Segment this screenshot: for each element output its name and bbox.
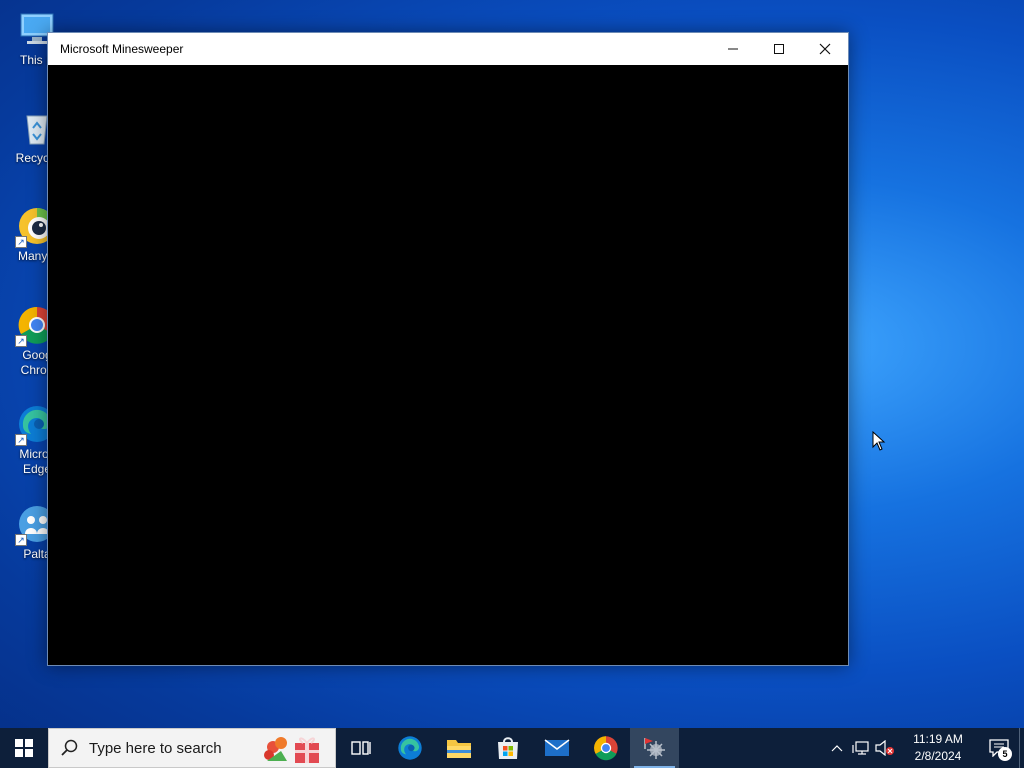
- taskbar: Type here to search 11:19 AM 2/8/2024 5: [0, 728, 1024, 768]
- mail-icon: [544, 739, 569, 756]
- volume-muted-icon: [875, 740, 894, 756]
- taskbar-clock[interactable]: 11:19 AM 2/8/2024: [903, 731, 973, 765]
- minesweeper-window[interactable]: Microsoft Minesweeper: [47, 32, 849, 666]
- windows-logo-icon: [15, 739, 33, 757]
- taskbar-mail[interactable]: [532, 728, 581, 768]
- store-icon: [497, 737, 518, 759]
- taskbar-minesweeper[interactable]: [630, 728, 679, 768]
- system-tray: 11:19 AM 2/8/2024 5: [825, 728, 1024, 768]
- window-titlebar[interactable]: Microsoft Minesweeper: [48, 33, 848, 65]
- chrome-icon: [593, 736, 618, 761]
- minimize-button[interactable]: [710, 33, 756, 65]
- minimize-icon: [728, 48, 738, 50]
- volume-button[interactable]: [873, 728, 897, 768]
- clock-time: 11:19 AM: [913, 732, 963, 746]
- shortcut-arrow-icon: ↗: [15, 335, 27, 347]
- task-view-icon: [350, 741, 371, 755]
- taskbar-store[interactable]: [483, 728, 532, 768]
- close-icon: [819, 43, 831, 55]
- taskbar-search-box[interactable]: Type here to search: [48, 728, 336, 768]
- mine-icon: [643, 738, 665, 759]
- maximize-button[interactable]: [756, 33, 802, 65]
- shortcut-arrow-icon: ↗: [15, 534, 27, 546]
- network-button[interactable]: [849, 728, 873, 768]
- search-placeholder: Type here to search: [89, 739, 222, 757]
- window-title: Microsoft Minesweeper: [60, 42, 184, 56]
- taskbar-file-explorer[interactable]: [434, 728, 483, 768]
- mouse-cursor-icon: [872, 430, 886, 456]
- taskbar-chrome[interactable]: [581, 728, 630, 768]
- folder-icon: [446, 740, 471, 758]
- task-view-button[interactable]: [336, 728, 385, 768]
- clock-date: 2/8/2024: [914, 749, 962, 763]
- show-hidden-icons-button[interactable]: [825, 728, 849, 768]
- show-desktop-button[interactable]: [1019, 728, 1024, 768]
- chevron-up-icon: [831, 745, 843, 752]
- close-button[interactable]: [802, 33, 848, 65]
- flowers-gift-icon: [264, 737, 319, 763]
- network-icon: [852, 741, 869, 755]
- taskbar-edge[interactable]: [385, 728, 434, 768]
- start-button[interactable]: [0, 728, 48, 768]
- notification-count-badge: 5: [998, 747, 1012, 761]
- window-content[interactable]: [48, 65, 848, 665]
- action-center-button[interactable]: 5: [979, 728, 1019, 768]
- shortcut-arrow-icon: ↗: [15, 236, 27, 248]
- shortcut-arrow-icon: ↗: [15, 434, 27, 446]
- maximize-icon: [774, 44, 784, 54]
- edge-icon: [397, 736, 422, 760]
- search-icon: [61, 739, 78, 756]
